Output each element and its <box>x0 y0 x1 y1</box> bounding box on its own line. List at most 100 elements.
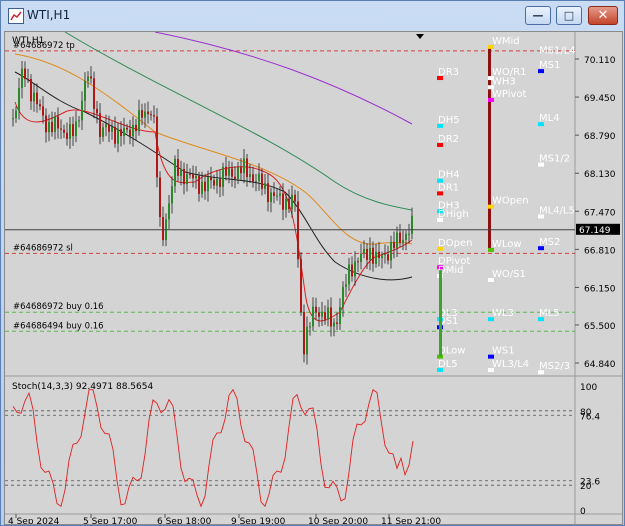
candle-body <box>255 180 257 182</box>
candle-body <box>258 173 260 181</box>
ma-orange-line <box>14 53 413 245</box>
weekly-level-label: WL3/L4 <box>492 359 529 370</box>
candle-body <box>111 126 113 132</box>
candle-body <box>243 158 245 174</box>
weekly-level-label: WL3 <box>492 308 514 319</box>
candle-body <box>195 175 197 179</box>
candle-body <box>234 176 236 179</box>
candle-body <box>48 121 50 133</box>
candle-body <box>21 68 23 89</box>
price-tick-label: 64.840 <box>584 360 616 370</box>
maximize-icon: □ <box>563 9 575 22</box>
minimize-button[interactable]: — <box>525 6 551 25</box>
candle-body <box>405 233 407 240</box>
candle-body <box>228 168 230 176</box>
candle-body <box>360 253 362 262</box>
weekly-level-label: WPivot <box>492 89 527 100</box>
candle-body <box>153 115 155 117</box>
price-tick-label: 68.790 <box>584 132 616 142</box>
candle-body <box>156 116 158 178</box>
candle-body <box>309 326 311 328</box>
daily-level-label: DOpen <box>438 238 472 249</box>
title-bar[interactable]: WTI,H1 — □ ✕ <box>1 1 624 31</box>
chart-area[interactable]: #64686972 tp #64686972 sl #64686972 buy 0.… <box>4 31 623 525</box>
candle-body <box>366 248 368 260</box>
candle-body <box>282 193 284 210</box>
candle-body <box>66 132 68 139</box>
monthly-level-label: MS1/L4 <box>539 46 576 57</box>
daily-level-label: DH5 <box>438 115 460 126</box>
price-tick-label: 68.130 <box>584 170 616 180</box>
close-icon: ✕ <box>597 8 609 23</box>
candle-body <box>120 129 122 137</box>
time-tick-label: 9 Sep 19:00 <box>231 517 286 524</box>
candle-body <box>339 306 341 324</box>
weekly-level-label: WLow <box>492 239 522 250</box>
candle-body <box>399 232 401 243</box>
ma-red-line <box>14 101 413 322</box>
candle-body <box>264 183 266 189</box>
close-button[interactable]: ✕ <box>588 6 618 25</box>
candle-body <box>291 194 293 210</box>
candle-body <box>36 92 38 105</box>
price-tick-label: 66.150 <box>584 284 616 294</box>
candle-body <box>351 264 353 277</box>
candle-body <box>99 113 101 137</box>
time-tick-label: 10 Sep 20:00 <box>308 517 368 524</box>
candle-body <box>198 175 200 194</box>
price-chart[interactable]: #64686972 tp#64686972 sl#64686972 buy 0.… <box>5 32 622 524</box>
candle-body <box>30 79 32 102</box>
chart-shift-marker[interactable] <box>416 34 424 39</box>
candle-body <box>51 121 53 133</box>
daily-level-label: DR3 <box>438 67 459 78</box>
candle-body <box>210 177 212 181</box>
candle-body <box>345 284 347 287</box>
candle-body <box>300 259 302 313</box>
candle-body <box>114 126 116 144</box>
candle-body <box>402 239 404 243</box>
candle-body <box>33 92 35 102</box>
candle-body <box>303 312 305 355</box>
candle-body <box>387 254 389 261</box>
monthly-level-label: ML5 <box>539 308 560 319</box>
candle-body <box>171 186 173 204</box>
time-tick-label: 5 Sep 17:00 <box>83 517 138 524</box>
monthly-level-label: MS2 <box>539 237 560 248</box>
candle-body <box>231 168 233 177</box>
candle-body <box>126 127 128 130</box>
candle-body <box>141 110 143 118</box>
candle-body <box>396 232 398 249</box>
candle-body <box>330 307 332 327</box>
candle-body <box>147 111 149 115</box>
candle-body <box>348 264 350 285</box>
candle-body <box>81 100 83 121</box>
candle-body <box>78 120 80 122</box>
candle-body <box>102 127 104 137</box>
candle-body <box>378 251 380 258</box>
weekly-level-label: WOpen <box>492 196 529 207</box>
price-tick-label: 69.450 <box>584 94 616 104</box>
candle-body <box>168 203 170 220</box>
stochastic-tick-label: 76.4 <box>580 412 600 422</box>
candle-body <box>54 116 56 133</box>
candle-body <box>150 114 152 116</box>
candle-body <box>219 179 221 187</box>
weekly-level-label: WS1 <box>492 346 515 357</box>
candle-body <box>105 124 107 128</box>
candle-body <box>108 124 110 132</box>
chart-app-icon <box>8 8 24 24</box>
price-tick-label: 66.810 <box>584 246 616 256</box>
maximize-button[interactable]: □ <box>556 6 582 25</box>
monthly-level-label: MS2/3 <box>539 361 570 372</box>
time-tick-label: 4 Sep 2024 <box>8 517 60 524</box>
candle-body <box>177 158 179 176</box>
monthly-level-label: ML4/L5 <box>539 205 575 216</box>
candle-body <box>57 116 59 129</box>
candle-body <box>96 108 98 114</box>
candle-body <box>84 81 86 101</box>
candle-body <box>144 111 146 118</box>
candle-body <box>93 78 95 109</box>
candle-body <box>297 201 299 260</box>
candle-body <box>204 181 206 192</box>
candle-body <box>39 104 41 107</box>
